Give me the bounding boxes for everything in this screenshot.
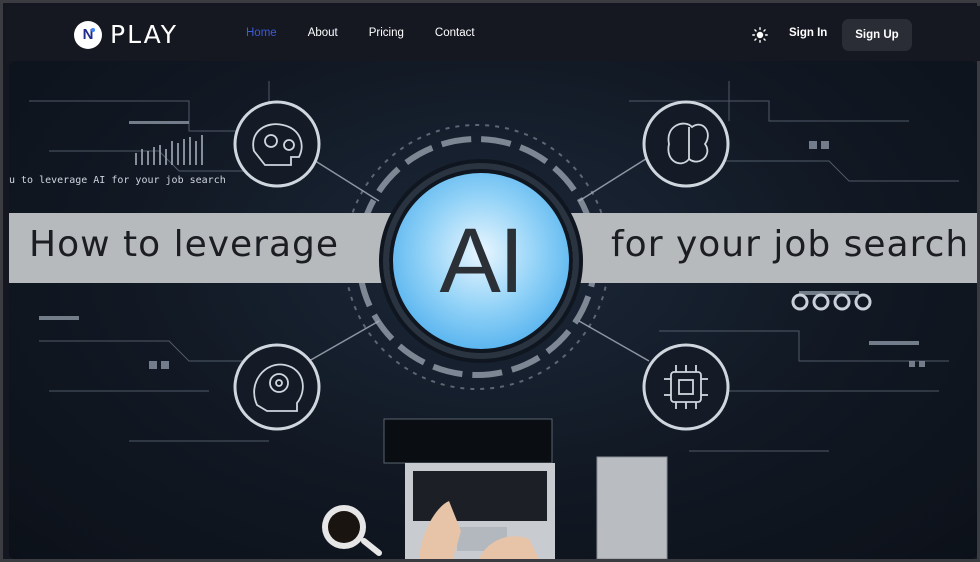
hero-caption: u to leverage AI for your job search — [9, 175, 226, 186]
brand-logo[interactable]: N PLAY — [74, 20, 178, 49]
browser-frame: N PLAY Home About Pricing Contact Sign I… — [0, 0, 980, 562]
nav-links: Home About Pricing Contact — [246, 27, 506, 39]
nav-link-home[interactable]: Home — [246, 27, 277, 39]
hero-title-ai: AI — [439, 209, 525, 312]
top-navbar: N PLAY Home About Pricing Contact Sign I… — [6, 6, 980, 61]
logo-badge: N — [74, 20, 102, 49]
hero-title-right: for your job search — [611, 224, 970, 265]
sign-in-link[interactable]: Sign In — [789, 27, 827, 39]
nav-link-about[interactable]: About — [308, 27, 338, 39]
brand-name: PLAY — [110, 20, 179, 49]
sun-icon[interactable] — [752, 27, 768, 43]
hero-title-left: How to leverage — [29, 224, 340, 265]
logo-dot — [91, 27, 95, 32]
nav-link-contact[interactable]: Contact — [435, 27, 475, 39]
nav-link-pricing[interactable]: Pricing — [369, 27, 404, 39]
sign-up-button[interactable]: Sign Up — [842, 19, 912, 51]
hero-banner-image: u to leverage AI for your job search How… — [9, 61, 977, 559]
ai-circle: AI — [389, 169, 573, 353]
